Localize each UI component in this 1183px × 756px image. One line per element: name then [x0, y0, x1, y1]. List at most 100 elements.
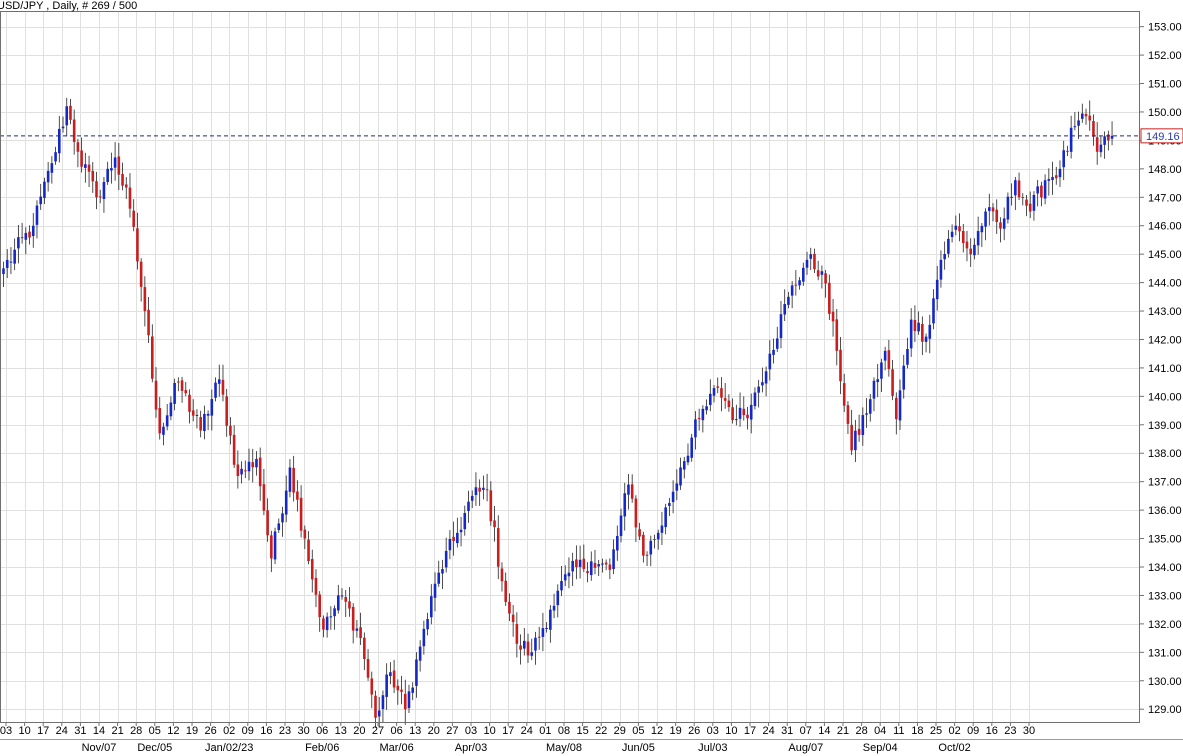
candle	[169, 396, 173, 421]
candle	[489, 481, 493, 526]
x-tick-label: 26	[204, 725, 216, 737]
candle	[430, 584, 433, 625]
x-tick-label: 30	[1023, 725, 1035, 737]
candle	[642, 531, 645, 563]
candle	[1077, 111, 1080, 139]
candle	[515, 612, 519, 658]
candle	[679, 457, 682, 490]
x-tick-label: 03	[707, 725, 719, 737]
candlestick-series	[2, 97, 1114, 728]
candle	[9, 247, 13, 275]
x-month-label: Apr/03	[455, 742, 487, 754]
candle	[69, 98, 72, 125]
candle	[437, 560, 441, 587]
candle	[400, 675, 403, 705]
x-tick-label: 12	[167, 725, 179, 737]
candle	[854, 419, 857, 463]
y-tick-label: 146.00	[1148, 221, 1182, 233]
candle	[556, 584, 560, 618]
candle	[560, 566, 563, 596]
x-tick-label: 31	[781, 725, 793, 737]
candle	[482, 475, 485, 500]
candle	[214, 377, 217, 402]
candle	[593, 549, 597, 575]
candle	[151, 324, 154, 383]
plot-frame	[0, 11, 1140, 723]
x-tick-label: 24	[521, 725, 533, 737]
candle	[13, 238, 16, 271]
x-tick-label: 27	[372, 725, 384, 737]
current-price-badge: 149.16	[1140, 128, 1183, 144]
x-month-label: Feb/06	[305, 742, 339, 754]
candle	[664, 503, 667, 535]
candle	[288, 459, 292, 498]
candle	[50, 156, 54, 184]
candle	[768, 340, 772, 381]
candle	[348, 587, 351, 617]
candle	[199, 410, 202, 438]
candle	[757, 379, 760, 408]
candle	[589, 551, 593, 581]
candle	[604, 559, 608, 571]
x-tick-label: 24	[762, 725, 774, 737]
candle	[1025, 194, 1028, 217]
candle	[35, 200, 39, 239]
candle	[500, 562, 504, 592]
x-tick-label: 31	[74, 725, 86, 737]
x-tick-label: 20	[353, 725, 365, 737]
candle	[958, 213, 961, 242]
candle	[459, 516, 463, 547]
candle	[828, 274, 831, 320]
candle	[292, 455, 295, 502]
candle	[281, 506, 284, 537]
candle	[1032, 191, 1036, 221]
candle	[671, 480, 675, 514]
candle	[206, 410, 210, 431]
x-tick-label: 03	[465, 725, 477, 737]
candle	[779, 301, 783, 349]
x-tick-label: 17	[744, 725, 756, 737]
candle	[798, 277, 801, 290]
candle	[411, 682, 414, 701]
candle	[121, 162, 124, 191]
candle	[738, 392, 742, 427]
candle	[984, 208, 987, 241]
candle	[474, 472, 478, 506]
candle	[184, 381, 188, 397]
x-tick-label: 27	[446, 725, 458, 737]
x-tick-label: 15	[576, 725, 588, 737]
candle	[478, 479, 481, 506]
candle	[389, 662, 392, 685]
x-tick-label: 16	[986, 725, 998, 737]
candle	[132, 199, 135, 232]
candle	[1099, 136, 1103, 158]
candle	[1036, 179, 1039, 207]
candle	[39, 183, 42, 210]
candle	[735, 404, 738, 426]
candle	[857, 414, 861, 442]
candle	[537, 626, 541, 650]
candle	[831, 298, 835, 337]
candle	[999, 217, 1002, 243]
candle	[976, 216, 980, 255]
candle	[333, 605, 336, 630]
candle	[303, 525, 307, 550]
candle	[1040, 181, 1043, 207]
candle	[809, 247, 813, 271]
candle	[939, 250, 943, 288]
candle	[485, 473, 489, 502]
candle	[385, 663, 388, 710]
x-tick-label: 04	[874, 725, 886, 737]
candle	[660, 511, 664, 545]
y-tick-label: 141.00	[1148, 363, 1182, 375]
candle	[128, 173, 132, 218]
candle	[686, 443, 690, 466]
x-month-label: May/08	[546, 742, 582, 754]
x-axis: 03 10 17 24 31 14 21 28 05 12 19 26 02 09 16 23 30 06 13 20…	[0, 722, 1035, 754]
candle	[891, 359, 894, 401]
x-tick-label: 14	[93, 725, 105, 737]
x-tick-label: 16	[260, 725, 272, 737]
candle	[690, 433, 693, 462]
candle	[567, 557, 571, 589]
x-tick-label: 17	[502, 725, 514, 737]
